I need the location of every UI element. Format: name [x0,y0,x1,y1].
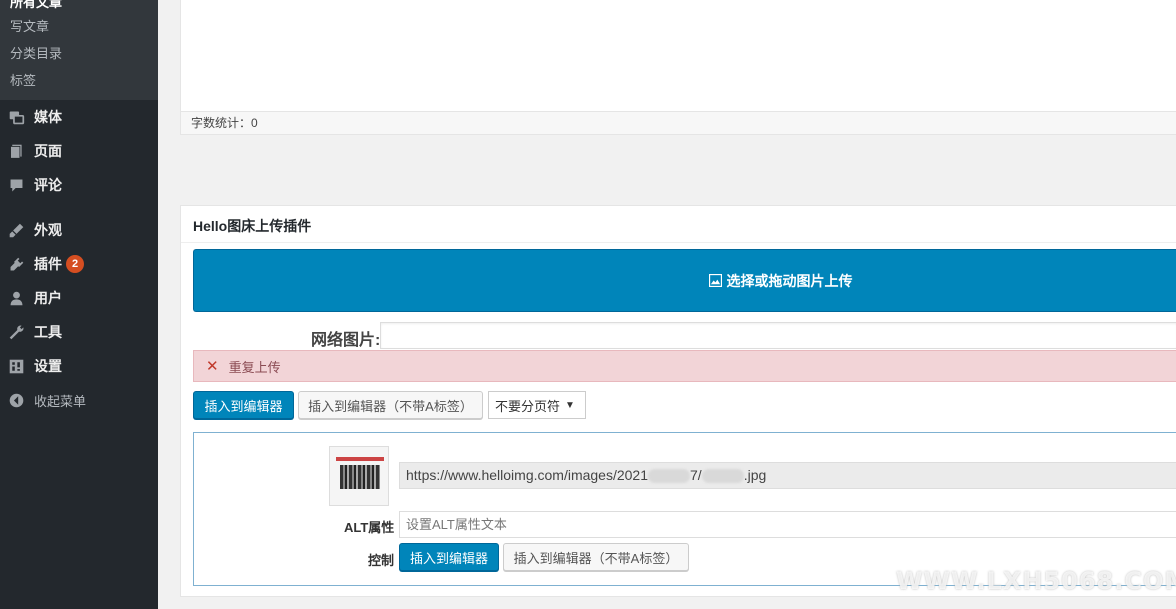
error-text: 重复上传 [228,359,281,375]
net-image-label: 网络图片: [311,332,381,349]
sidebar-item-appearance[interactable]: 外观 [0,215,158,245]
metabox-title: Hello图床上传插件 [193,218,312,234]
update-count-badge: 2 [66,255,84,273]
word-count-bar: 字数统计：0 [181,111,1176,134]
wrench-icon [7,323,25,341]
sidebar-item-label: 页面 [34,143,62,159]
sidebar-subitem-tags[interactable]: 标签 [10,70,36,89]
sidebar-item-comments[interactable]: 评论 [0,170,158,200]
plugin-icon [7,255,25,273]
sidebar-item-tools[interactable]: 工具 [0,317,158,347]
insert-without-link-button[interactable]: 插入到编辑器（不带A标签） [298,391,483,419]
word-count: 字数统计：0 [191,116,258,130]
settings-icon [7,357,25,375]
upload-label: 选择或拖动图片上传 [726,272,853,289]
chevron-down-icon: ▼ [565,399,575,411]
divider [181,242,1176,243]
sidebar-item-label: 设置 [34,358,62,374]
alt-label: ALT属性 [344,520,395,535]
sidebar-item-plugins[interactable]: 插件 2 [0,249,158,279]
sidebar-subitem-categories[interactable]: 分类目录 [10,43,62,62]
sidebar-item-users[interactable]: 用户 [0,283,158,313]
post-editor-area[interactable]: 字数统计：0 [180,0,1176,135]
sidebar-item-label: 媒体 [34,109,62,125]
page-break-select[interactable]: 不要分页符 ▼ [488,391,586,419]
collapse-icon [7,391,25,409]
sidebar-item-label: 外观 [34,222,62,238]
sidebar-item-label: 收起菜单 [34,393,87,409]
sidebar-item-label: 评论 [34,177,62,193]
page-icon [7,142,25,160]
comment-icon [7,176,25,194]
image-url-field[interactable]: https://www.helloimg.com/images/2021 7/.j… [399,462,1176,489]
control-label: 控制 [368,553,395,568]
result-insert-button[interactable]: 插入到编辑器 [399,543,499,571]
result-insert-without-link-button[interactable]: 插入到编辑器（不带A标签） [503,543,689,571]
watermark: WWW.LXH5068.COM [896,567,1176,595]
image-icon [708,274,722,287]
sidebar-item-settings[interactable]: 设置 [0,351,158,381]
sidebar-collapse-menu[interactable]: 收起菜单 [0,385,158,415]
sidebar-subitem-new-post[interactable]: 写文章 [10,16,49,35]
sidebar-item-media[interactable]: 媒体 [0,102,158,132]
error-x-icon: ✕ [206,358,219,375]
media-icon [7,108,25,126]
image-thumbnail [329,446,389,506]
appearance-icon [7,221,25,239]
user-icon [7,289,25,307]
insert-to-editor-button[interactable]: 插入到编辑器 [193,391,294,419]
sidebar-item-label: 插件 [34,256,62,272]
sidebar-item-label: 工具 [34,324,62,340]
page-break-selected: 不要分页符 [495,398,561,414]
redacted-blur [701,469,744,484]
uploaded-image-result: https://www.helloimg.com/images/2021 7/.j… [193,432,1176,586]
alt-text-input[interactable]: 设置ALT属性文本 [399,511,1176,538]
sidebar-item-pages[interactable]: 页面 [0,136,158,166]
sidebar-subitem-all-posts[interactable]: 所有文章 [10,0,62,11]
hello-image-upload-metabox: Hello图床上传插件 选择或拖动图片上传 网络图片: ✕ 重复上传 插入到编辑… [180,205,1176,597]
upload-dropzone-button[interactable]: 选择或拖动图片上传 [193,249,1176,312]
posts-submenu: 所有文章 写文章 分类目录 标签 [0,0,158,100]
redacted-blur [648,469,690,484]
net-image-url-input[interactable] [380,322,1176,349]
error-notice: ✕ 重复上传 [193,350,1176,382]
admin-sidebar: 所有文章 写文章 分类目录 标签 媒体 页面 评论 外观 插件 2 用户 工具 … [0,0,158,609]
sidebar-item-label: 用户 [34,290,62,306]
